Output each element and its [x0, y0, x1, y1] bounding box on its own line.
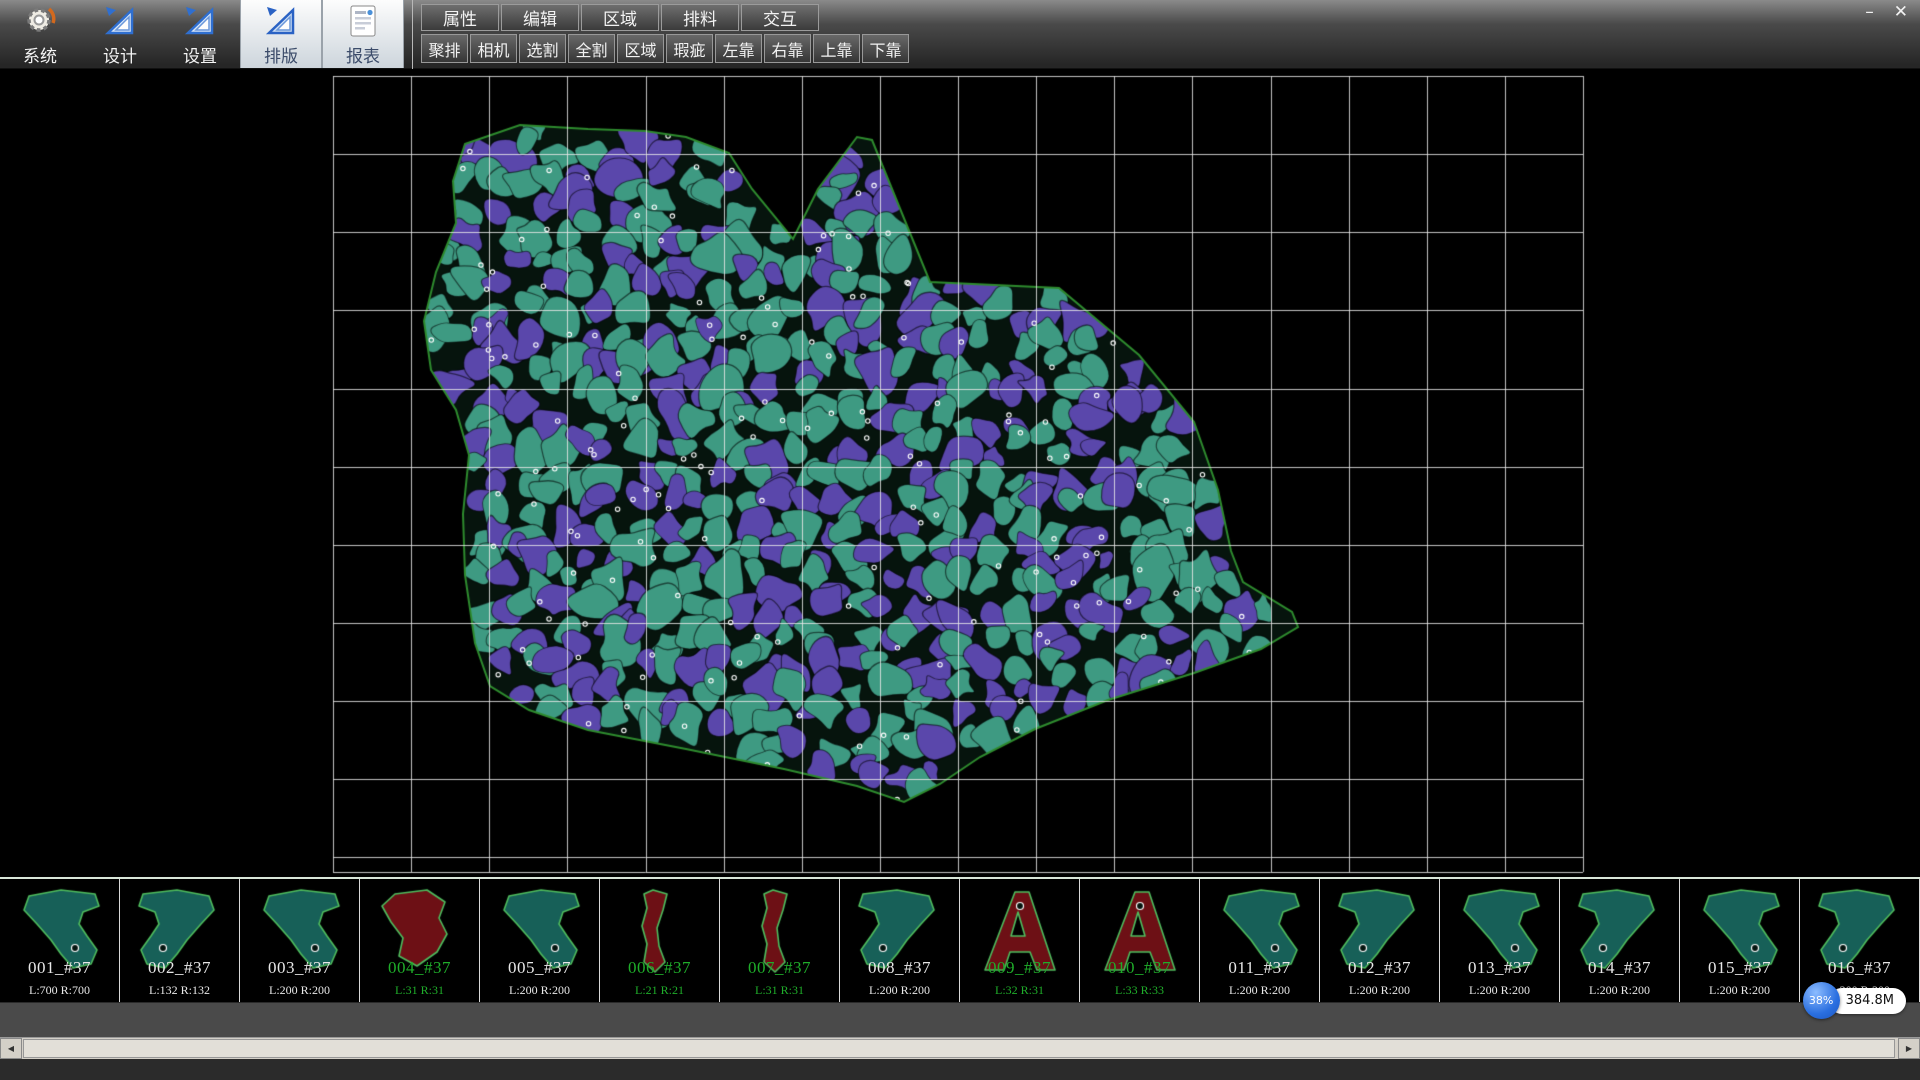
scrollbar-thumb[interactable]	[23, 1039, 1895, 1058]
menu-tab-interact[interactable]: 交互	[741, 4, 819, 31]
launcher-label: 系统	[23, 42, 57, 67]
menu-area: 属性编辑区域排料交互 聚排相机选割全割区域瑕疵左靠右靠上靠下靠	[412, 0, 909, 69]
part-thumbnail-canvas	[240, 879, 359, 1002]
thumbnail-cell-009_#37[interactable]: 009_#37L:32 R:31	[960, 879, 1080, 1002]
part-thumbnail-canvas	[480, 879, 599, 1002]
thumbnail-cell-008_#37[interactable]: 008_#37L:200 R:200	[840, 879, 960, 1002]
setup-icon	[183, 2, 217, 40]
thumbnail-cell-014_#37[interactable]: 014_#37L:200 R:200	[1560, 879, 1680, 1002]
design-icon	[103, 2, 137, 40]
tool-button-align-right[interactable]: 右靠	[764, 34, 811, 63]
gear-icon	[22, 2, 58, 40]
launcher-label: 报表	[346, 42, 380, 67]
part-thumbnail-canvas	[120, 879, 239, 1002]
thumbnail-cell-007_#37[interactable]: 007_#37L:31 R:31	[720, 879, 840, 1002]
launcher-group: 系统 设计 设置 排版 报表	[0, 0, 1920, 68]
tool-button-align-top[interactable]: 上靠	[813, 34, 860, 63]
progress-badge: 38% 384.8M	[1803, 982, 1906, 1019]
thumbnail-cell-010_#37[interactable]: 010_#37L:33 R:33	[1080, 879, 1200, 1002]
part-thumbnail-canvas	[1200, 879, 1319, 1002]
launcher-design[interactable]: 设计	[80, 0, 160, 68]
part-thumbnail-canvas	[1560, 879, 1679, 1002]
parts-strip: 001_#37L:700 R:700002_#37L:132 R:132003_…	[0, 877, 1920, 1002]
memory-indicator: 384.8M	[1829, 988, 1906, 1014]
progress-circle: 38%	[1803, 982, 1840, 1019]
nesting-icon	[264, 2, 298, 40]
launcher-label: 设置	[183, 42, 217, 67]
thumbnail-cell-011_#37[interactable]: 011_#37L:200 R:200	[1200, 879, 1320, 1002]
thumbnail-cell-013_#37[interactable]: 013_#37L:200 R:200	[1440, 879, 1560, 1002]
thumbnail-cell-001_#37[interactable]: 001_#37L:700 R:700	[0, 879, 120, 1002]
part-thumbnail-canvas	[840, 879, 959, 1002]
thumbnail-cell-004_#37[interactable]: 004_#37L:31 R:31	[360, 879, 480, 1002]
tool-button-defect[interactable]: 瑕疵	[666, 34, 713, 63]
part-thumbnail-canvas	[720, 879, 839, 1002]
part-thumbnail-canvas	[960, 879, 1079, 1002]
scroll-right-arrow[interactable]: ▶	[1898, 1038, 1920, 1059]
thumbnail-cell-003_#37[interactable]: 003_#37L:200 R:200	[240, 879, 360, 1002]
status-bar	[0, 1002, 1920, 1037]
ribbon-toolbar: 系统设计设置排版报表 属性编辑区域排料交互 聚排相机选割全割区域瑕疵左靠右靠上靠…	[0, 0, 1920, 69]
part-thumbnail-canvas	[1080, 879, 1199, 1002]
launcher-label: 排版	[264, 42, 298, 67]
workspace	[0, 69, 1920, 877]
part-thumbnail-canvas	[1680, 879, 1799, 1002]
menu-tab-region[interactable]: 区域	[581, 4, 659, 31]
tool-button-cut-selected[interactable]: 选割	[519, 34, 566, 63]
bottom-filler	[0, 1059, 1920, 1080]
launcher-nesting[interactable]: 排版	[240, 0, 322, 68]
launcher-system[interactable]: 系统	[0, 0, 80, 68]
tool-button-camera[interactable]: 相机	[470, 34, 517, 63]
part-thumbnail-canvas	[360, 879, 479, 1002]
thumbnail-cell-012_#37[interactable]: 012_#37L:200 R:200	[1320, 879, 1440, 1002]
menu-tab-properties[interactable]: 属性	[421, 4, 499, 31]
tool-button-cut-all[interactable]: 全割	[568, 34, 615, 63]
report-icon	[348, 2, 378, 40]
thumbnail-cell-002_#37[interactable]: 002_#37L:132 R:132	[120, 879, 240, 1002]
tool-button-region[interactable]: 区域	[617, 34, 664, 63]
menu-tab-nest[interactable]: 排料	[661, 4, 739, 31]
launcher-report[interactable]: 报表	[322, 0, 404, 68]
horizontal-scrollbar[interactable]: ◀ ▶	[0, 1037, 1920, 1059]
launcher-label: 设计	[103, 42, 137, 67]
tool-button-row: 聚排相机选割全割区域瑕疵左靠右靠上靠下靠	[421, 34, 909, 63]
thumbnail-cell-015_#37[interactable]: 015_#37L:200 R:200	[1680, 879, 1800, 1002]
menu-tab-edit[interactable]: 编辑	[501, 4, 579, 31]
part-thumbnail-canvas	[1320, 879, 1439, 1002]
close-button[interactable]: ✕	[1894, 3, 1908, 21]
tool-button-cluster-nest[interactable]: 聚排	[421, 34, 468, 63]
launcher-settings[interactable]: 设置	[160, 0, 240, 68]
window-controls: – ✕	[1865, 3, 1908, 21]
nesting-canvas[interactable]	[0, 69, 1920, 877]
part-thumbnail-canvas	[1440, 879, 1559, 1002]
app-window: 系统设计设置排版报表 属性编辑区域排料交互 聚排相机选割全割区域瑕疵左靠右靠上靠…	[0, 0, 1920, 1080]
tool-button-align-bottom[interactable]: 下靠	[862, 34, 909, 63]
thumbnail-cell-005_#37[interactable]: 005_#37L:200 R:200	[480, 879, 600, 1002]
part-thumbnail-canvas	[600, 879, 719, 1002]
part-thumbnail-canvas	[0, 879, 119, 1002]
minimize-button[interactable]: –	[1865, 3, 1874, 21]
menu-tab-row: 属性编辑区域排料交互	[421, 4, 909, 31]
thumbnail-cell-006_#37[interactable]: 006_#37L:21 R:21	[600, 879, 720, 1002]
tool-button-align-left[interactable]: 左靠	[715, 34, 762, 63]
scroll-left-arrow[interactable]: ◀	[0, 1038, 22, 1059]
